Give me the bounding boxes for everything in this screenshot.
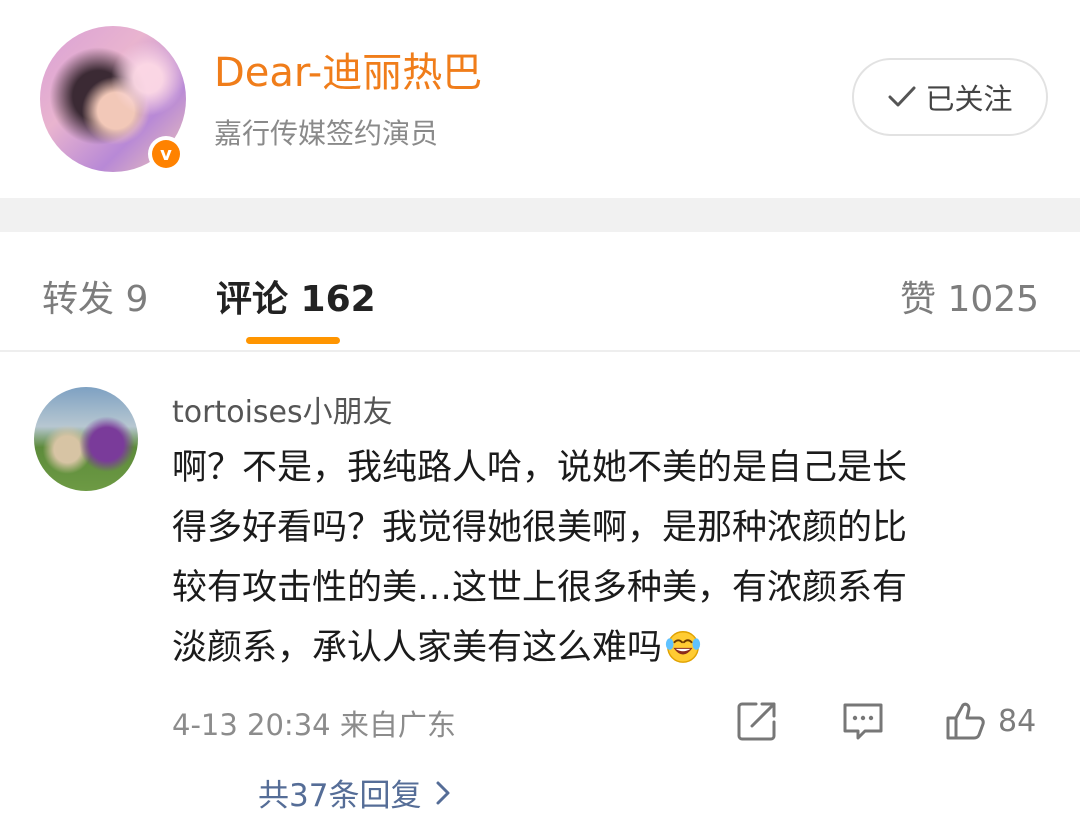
follow-button[interactable]: 已关注 bbox=[852, 58, 1048, 136]
comment-line: 得多好看吗？我觉得她很美啊，是那种浓颜的比 bbox=[172, 508, 908, 548]
reply-comment-icon[interactable] bbox=[840, 698, 886, 744]
poster-description: 嘉行传媒签约演员 bbox=[214, 117, 439, 150]
active-tab-indicator bbox=[246, 337, 340, 344]
tab-likes[interactable]: 赞 1025 bbox=[900, 270, 1039, 322]
share-icon[interactable] bbox=[734, 698, 780, 744]
follow-label: 已关注 bbox=[925, 82, 1013, 116]
commenter-name[interactable]: tortoises小朋友 bbox=[172, 387, 393, 431]
chevron-right-icon bbox=[436, 781, 450, 804]
comment-line: 较有攻击性的美…这世上很多种美，有浓颜系有 bbox=[172, 568, 908, 608]
laughing-tears-emoji-icon bbox=[665, 631, 701, 663]
comment-text: 啊？不是，我纯路人哈，说她不美的是自己是长 得多好看吗？我觉得她很美啊，是那种浓… bbox=[172, 438, 1042, 678]
like-button[interactable]: 84 bbox=[942, 698, 1036, 744]
comment-line: 淡颜系，承认人家美有这么难吗 bbox=[172, 628, 663, 668]
view-replies-label: 共37条回复 bbox=[258, 778, 422, 814]
comment-line: 啊？不是，我纯路人哈，说她不美的是自己是长 bbox=[172, 448, 908, 488]
verified-badge-icon: v bbox=[148, 136, 184, 172]
check-icon bbox=[888, 86, 916, 107]
tab-comments[interactable]: 评论 162 bbox=[216, 270, 376, 322]
view-replies-link[interactable]: 共37条回复 bbox=[258, 770, 451, 815]
thumbs-up-icon bbox=[946, 702, 985, 740]
poster-name[interactable]: Dear-迪丽热巴 bbox=[214, 40, 482, 98]
comment-line-last: 淡颜系，承认人家美有这么难吗 bbox=[172, 618, 1042, 678]
tab-divider bbox=[0, 350, 1080, 352]
section-divider bbox=[0, 198, 1080, 232]
commenter-avatar[interactable] bbox=[34, 387, 138, 491]
tab-forward[interactable]: 转发 9 bbox=[42, 270, 148, 322]
like-count: 84 bbox=[998, 703, 1037, 739]
comment-meta: 4-13 20:34 来自广东 bbox=[172, 708, 456, 742]
